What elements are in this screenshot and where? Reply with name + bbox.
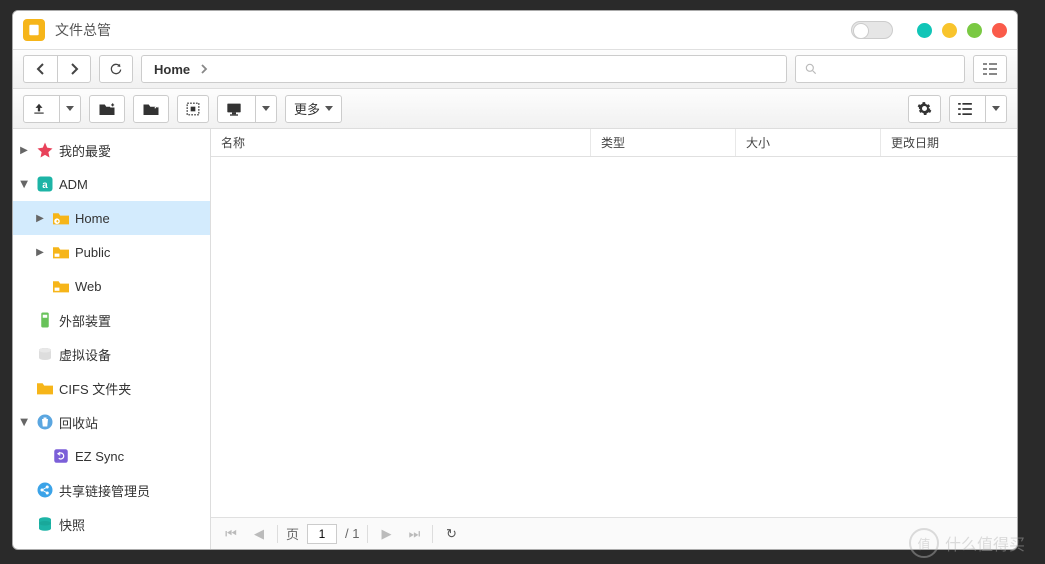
recycle-icon bbox=[35, 412, 55, 432]
page-prev-button[interactable]: ◀ bbox=[249, 524, 269, 544]
chevron-right-icon bbox=[200, 64, 208, 74]
view-options-button[interactable] bbox=[973, 55, 1007, 83]
search-icon bbox=[804, 62, 818, 76]
column-headers: 名称 类型 大小 更改日期 bbox=[211, 129, 1017, 157]
maximize-dot[interactable] bbox=[942, 23, 957, 38]
sidebar-label: Web bbox=[75, 279, 102, 294]
sidebar-label: 回收站 bbox=[59, 413, 98, 432]
app-title: 文件总管 bbox=[55, 20, 111, 40]
sidebar: ▶ 我的最愛 ▶ a ADM ▶ Home ▶ Public bbox=[13, 129, 211, 549]
upload-button[interactable] bbox=[23, 95, 81, 123]
sidebar-item-home[interactable]: ▶ Home bbox=[13, 201, 210, 235]
sidebar-item-recycle[interactable]: ▶ 回收站 bbox=[13, 405, 210, 439]
page-first-button[interactable]: ⏮ bbox=[221, 524, 241, 544]
collapse-icon[interactable]: ▶ bbox=[19, 177, 30, 191]
sidebar-item-share[interactable]: 共享链接管理员 bbox=[13, 473, 210, 507]
display-button[interactable] bbox=[217, 95, 277, 123]
virtual-device-icon bbox=[35, 344, 55, 364]
list-icon bbox=[958, 103, 972, 115]
monitor-icon bbox=[226, 102, 242, 116]
column-size[interactable]: 大小 bbox=[736, 129, 881, 156]
ezsync-icon bbox=[35, 548, 55, 549]
expand-icon[interactable]: ▶ bbox=[17, 145, 31, 156]
gear-icon bbox=[917, 101, 932, 116]
list-view-button[interactable] bbox=[949, 95, 1007, 123]
close-dot[interactable] bbox=[992, 23, 1007, 38]
sidebar-item-web[interactable]: Web bbox=[13, 269, 210, 303]
external-device-icon bbox=[35, 310, 55, 330]
expand-icon[interactable]: ▶ bbox=[33, 247, 47, 258]
sidebar-item-adm[interactable]: ▶ a ADM bbox=[13, 167, 210, 201]
breadcrumb-item[interactable]: Home bbox=[154, 62, 190, 77]
pagination: ⏮ ◀ 页 / 1 ▶ ⏭ ↻ bbox=[211, 517, 1017, 549]
window-toggle[interactable] bbox=[851, 21, 893, 39]
folder-arrow-icon bbox=[142, 102, 160, 116]
nav-forward-button[interactable] bbox=[57, 55, 91, 83]
search-input[interactable] bbox=[795, 55, 965, 83]
sidebar-item-public[interactable]: ▶ Public bbox=[13, 235, 210, 269]
folder-home-icon bbox=[51, 208, 71, 228]
page-label: 页 bbox=[286, 524, 299, 543]
app-icon bbox=[23, 19, 45, 41]
nav-back-button[interactable] bbox=[23, 55, 57, 83]
new-folder-button[interactable] bbox=[89, 95, 125, 123]
select-all-button[interactable] bbox=[177, 95, 209, 123]
sidebar-label: 共享链接管理员 bbox=[59, 481, 150, 500]
sidebar-label: ADM bbox=[59, 177, 88, 192]
sidebar-item-cifs[interactable]: CIFS 文件夹 bbox=[13, 371, 210, 405]
adm-icon: a bbox=[35, 174, 55, 194]
svg-text:a: a bbox=[42, 180, 48, 191]
page-next-button[interactable]: ▶ bbox=[376, 524, 396, 544]
settings-button[interactable] bbox=[908, 95, 941, 123]
upload-icon bbox=[32, 102, 46, 116]
folder-plus-icon bbox=[98, 102, 116, 116]
sidebar-label: Home bbox=[75, 211, 110, 226]
column-name[interactable]: 名称 bbox=[211, 129, 591, 156]
sidebar-label: 我的最愛 bbox=[59, 141, 111, 160]
breadcrumb[interactable]: Home bbox=[141, 55, 787, 83]
expand-icon[interactable]: ▶ bbox=[33, 213, 47, 224]
sidebar-label: 外部装置 bbox=[59, 311, 111, 330]
folder-web-icon bbox=[51, 276, 71, 296]
sidebar-label: EZ Sync bbox=[75, 449, 124, 464]
page-total: / 1 bbox=[345, 526, 359, 541]
sidebar-item-ezsync-sub[interactable]: EZ Sync bbox=[13, 439, 210, 473]
refresh-button[interactable] bbox=[99, 55, 133, 83]
column-type[interactable]: 类型 bbox=[591, 129, 736, 156]
sidebar-item-snapshot[interactable]: 快照 bbox=[13, 507, 210, 541]
sidebar-item-external[interactable]: 外部装置 bbox=[13, 303, 210, 337]
sidebar-item-ezsync[interactable]: EZ Sync bbox=[13, 541, 210, 549]
star-icon bbox=[35, 140, 55, 160]
ezsync-icon bbox=[51, 446, 71, 466]
share-icon bbox=[35, 480, 55, 500]
fullscreen-dot[interactable] bbox=[967, 23, 982, 38]
select-icon bbox=[186, 102, 200, 116]
sidebar-label: 快照 bbox=[59, 515, 85, 534]
minimize-dot[interactable] bbox=[917, 23, 932, 38]
more-button[interactable]: 更多 bbox=[285, 95, 342, 123]
folder-public-icon bbox=[51, 242, 71, 262]
file-list-area[interactable] bbox=[211, 157, 1017, 517]
sidebar-label: CIFS 文件夹 bbox=[59, 379, 131, 398]
sidebar-item-favorites[interactable]: ▶ 我的最愛 bbox=[13, 133, 210, 167]
open-folder-button[interactable] bbox=[133, 95, 169, 123]
more-label: 更多 bbox=[294, 99, 320, 118]
folder-icon bbox=[35, 378, 55, 398]
page-refresh-button[interactable]: ↻ bbox=[441, 524, 461, 544]
sidebar-label: Public bbox=[75, 245, 110, 260]
sidebar-label: 虚拟设备 bbox=[59, 345, 111, 364]
sidebar-item-virtual[interactable]: 虚拟设备 bbox=[13, 337, 210, 371]
column-date[interactable]: 更改日期 bbox=[881, 129, 1017, 156]
page-last-button[interactable]: ⏭ bbox=[404, 524, 424, 544]
snapshot-icon bbox=[35, 514, 55, 534]
collapse-icon[interactable]: ▶ bbox=[19, 415, 30, 429]
page-input[interactable] bbox=[307, 524, 337, 544]
